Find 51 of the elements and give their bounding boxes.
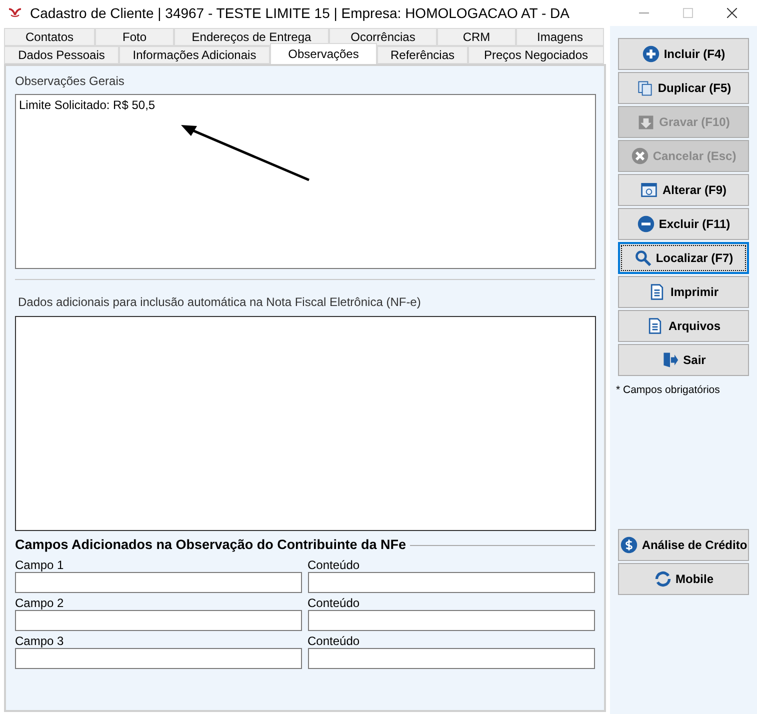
tab[interactable]: Observações [270,43,377,64]
copy-icon [636,79,654,97]
action-button[interactable]: Imprimir [618,276,749,308]
field-label: Observações Gerais [15,73,126,90]
action-button[interactable]: Arquivos [618,310,749,342]
tab[interactable]: Preços Negociados [468,46,604,64]
app-logo-icon [8,7,22,19]
field-label: Campo 3 [15,633,65,648]
field-label: Conteúdo [308,557,361,572]
minus-icon [636,215,655,233]
action-button[interactable]: Sair [618,344,749,376]
input-field[interactable] [308,610,595,632]
tab[interactable]: Endereços de Entrega [174,28,329,46]
field-label: Dados adicionais para inclusão automática na Nota Fiscal Eletrônica (NF-e) [17,294,422,311]
search-icon [634,249,652,267]
refresh-icon [654,570,672,588]
action-button[interactable]: Duplicar (F5) [618,72,749,104]
plus-icon [642,45,660,63]
input-field[interactable] [15,572,302,594]
field-label: Conteúdo [308,595,361,610]
field-label: Campo 1 [15,557,65,572]
input-field[interactable] [308,648,595,670]
tab[interactable]: CRM [437,28,516,46]
tab[interactable]: Informações Adicionais [119,46,270,64]
save-icon [637,113,656,131]
field-label: Conteúdo [308,633,361,648]
input-field[interactable] [15,648,302,670]
action-button[interactable]: Alterar (F9) [618,174,749,206]
tab[interactable]: Imagens [516,28,604,46]
tab[interactable]: Contatos [4,28,95,46]
tab[interactable]: Foto [95,28,174,46]
dollar-icon [620,536,638,554]
action-button[interactable]: Incluir (F4) [618,38,749,70]
window-title: Cadastro de Cliente | 34967 - TESTE LIMITE 15 | Empresa: HOMOLOGACAO AT - DA [30,4,570,23]
field-label: Campo 2 [15,595,65,610]
section-title: Campos Adicionados na Observação do Contribuinte da NFe [15,536,406,554]
action-button[interactable]: Localizar (F7) [618,242,749,274]
close-icon[interactable] [727,8,737,18]
exit-door-icon [661,351,680,369]
action-button[interactable]: Excluir (F11) [618,208,749,240]
required-note: * Campos obrigatórios [616,383,721,398]
action-button[interactable]: Análise de Crédito [618,528,749,561]
text-area[interactable]: Limite Solicitado: R$ 50,5 [15,94,596,269]
input-field[interactable] [308,572,595,594]
window-refresh-icon [640,181,658,199]
action-button[interactable]: Mobile [618,562,749,595]
cancel-icon [630,147,649,165]
input-field[interactable] [15,610,302,632]
tab[interactable]: Ocorrências [329,28,437,46]
tab[interactable]: Referências [377,46,468,64]
tab[interactable]: Dados Pessoais [4,46,119,64]
